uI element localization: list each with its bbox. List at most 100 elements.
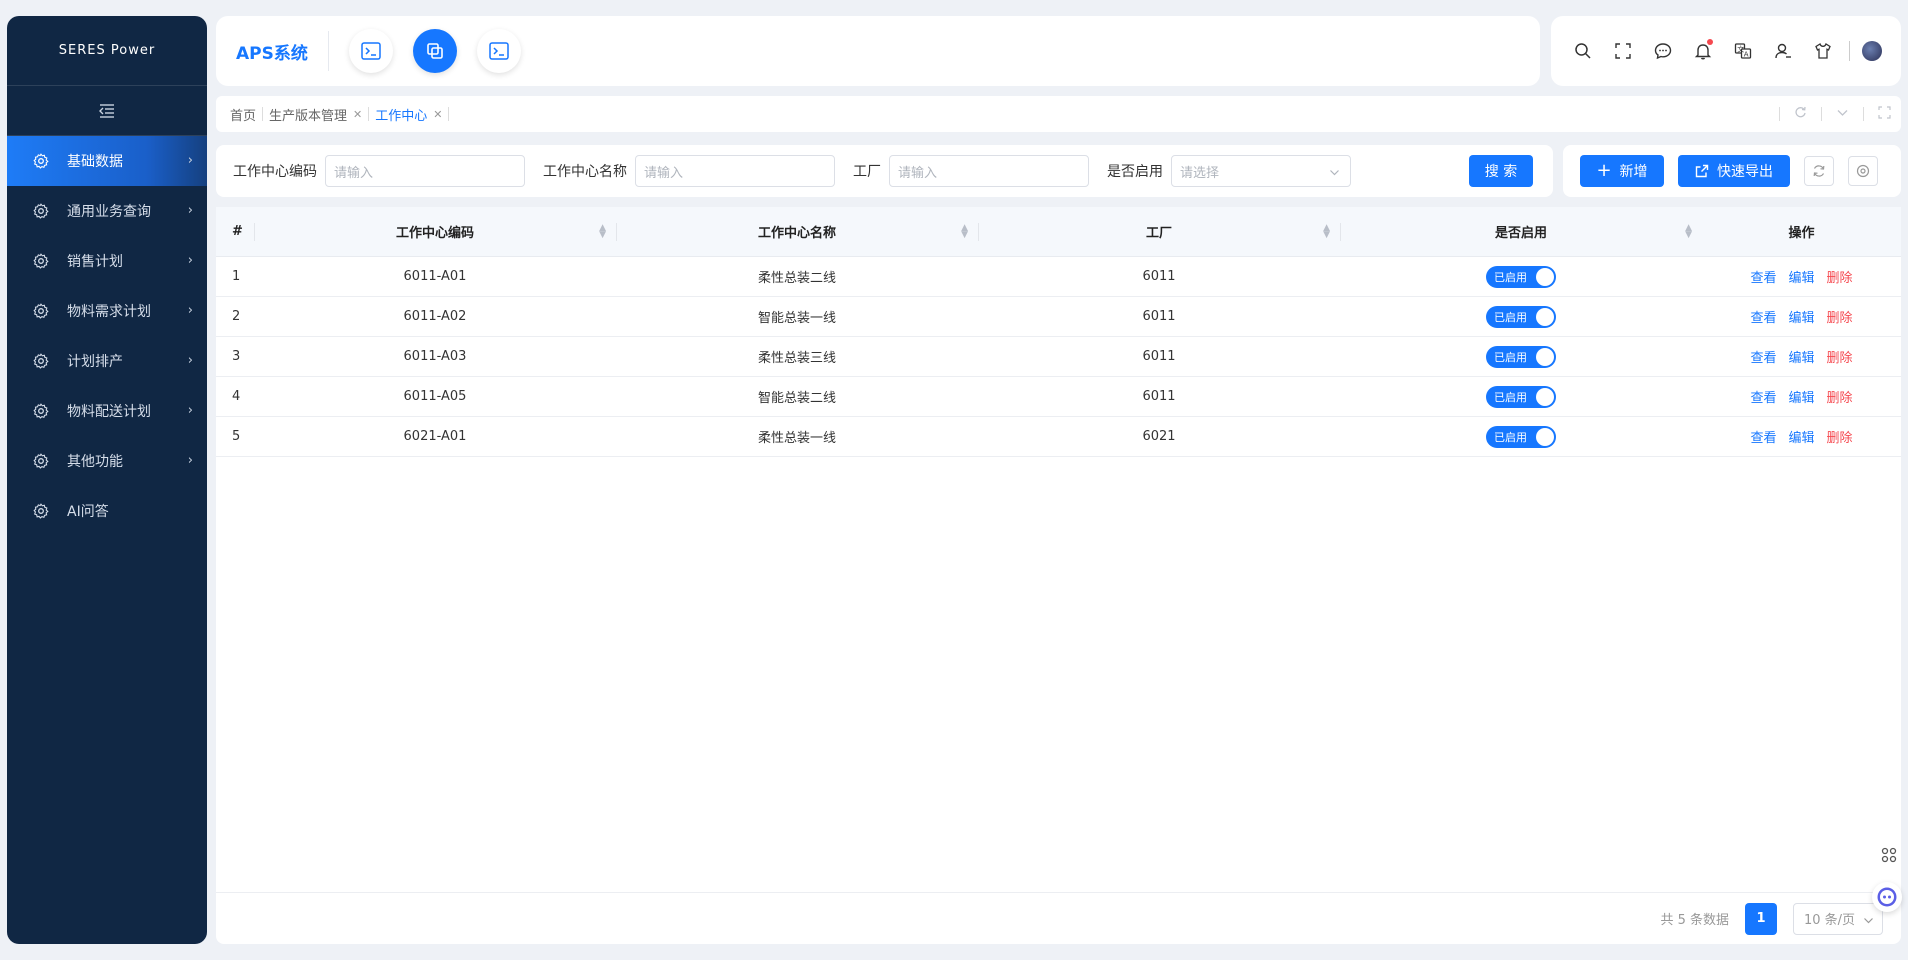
view-link[interactable]: 查看 (1750, 387, 1776, 406)
enabled-filter-select[interactable]: 请选择 (1171, 155, 1351, 187)
col-code-header[interactable]: 工作中心编码 ▲ ▼ (254, 207, 616, 256)
avatar[interactable] (1862, 41, 1882, 61)
fullscreen-icon (1615, 43, 1631, 59)
sort-icon[interactable]: ▲ ▼ (1685, 224, 1692, 240)
enabled-toggle[interactable]: 已启用 (1486, 265, 1556, 288)
col-name-header[interactable]: 工作中心名称 ▲ ▼ (616, 207, 978, 256)
sidebar-item-0[interactable]: 基础数据 › (7, 136, 207, 186)
page-size-select[interactable]: 10 条/页 (1793, 902, 1883, 935)
col-enabled-header[interactable]: 是否启用 ▲ ▼ (1340, 207, 1702, 256)
delete-link[interactable]: 删除 (1827, 267, 1853, 286)
enabled-toggle[interactable]: 已启用 (1486, 345, 1556, 368)
sort-icon[interactable]: ▲ ▼ (961, 224, 968, 240)
view-link[interactable]: 查看 (1750, 427, 1776, 446)
refresh-button[interactable] (1804, 156, 1834, 186)
chevron-down-icon[interactable] (1836, 106, 1849, 122)
toggle-label: 已启用 (1494, 430, 1527, 444)
notification-button[interactable] (1683, 31, 1723, 71)
translate-icon: 文A (1734, 43, 1752, 59)
name-filter-placeholder: 请输入 (644, 165, 684, 181)
table-row: 1 6011-A01 柔性总装二线 6011 已启用 查看 编辑 删除 (216, 257, 1901, 297)
row-ops: 查看 编辑 删除 (1702, 417, 1901, 456)
close-icon[interactable]: ✕ (353, 108, 362, 121)
code-filter-input[interactable]: 请输入 (325, 155, 525, 187)
chevron-right-icon: › (187, 353, 193, 368)
row-ops: 查看 编辑 删除 (1702, 337, 1901, 376)
sort-icon[interactable]: ▲ ▼ (1323, 224, 1330, 240)
settings-icon (1856, 164, 1870, 178)
tab-1[interactable]: 生产版本管理 ✕ (263, 105, 368, 124)
delete-link[interactable]: 删除 (1827, 387, 1853, 406)
enabled-toggle[interactable]: 已启用 (1486, 425, 1556, 448)
filter-bar: 工作中心编码 请输入 工作中心名称 请输入 工厂 请输入 是否启用 请选择 搜 … (216, 145, 1553, 197)
sidebar-item-6[interactable]: 其他功能 › (7, 436, 207, 486)
edit-link[interactable]: 编辑 (1788, 427, 1814, 446)
row-ops: 查看 编辑 删除 (1702, 297, 1901, 336)
terminal-button-2[interactable] (476, 29, 521, 73)
collapse-menu-button[interactable] (7, 86, 207, 136)
terminal-button[interactable] (348, 29, 393, 73)
sort-icon[interactable]: ▲ ▼ (599, 224, 606, 240)
column-settings-button[interactable] (1848, 156, 1878, 186)
search-button[interactable] (1563, 31, 1603, 71)
sidebar-item-7[interactable]: AI问答 (7, 486, 207, 536)
sidebar-item-3[interactable]: 物料需求计划 › (7, 286, 207, 336)
delete-link[interactable]: 删除 (1827, 307, 1853, 326)
row-enabled: 已启用 (1340, 417, 1702, 456)
view-link[interactable]: 查看 (1750, 307, 1776, 326)
enabled-toggle[interactable]: 已启用 (1486, 385, 1556, 408)
chevron-right-icon: › (187, 153, 193, 168)
translate-button[interactable]: 文A (1723, 31, 1763, 71)
page-1-button[interactable]: 1 (1745, 902, 1777, 935)
sidebar-item-5[interactable]: 物料配送计划 › (7, 386, 207, 436)
add-button[interactable]: + 新增 (1580, 155, 1664, 187)
sidebar-item-2[interactable]: 销售计划 › (7, 236, 207, 286)
ai-assistant-button[interactable] (1872, 882, 1902, 912)
delete-link[interactable]: 删除 (1827, 347, 1853, 366)
delete-link[interactable]: 删除 (1827, 427, 1853, 446)
col-plant-header[interactable]: 工厂 ▲ ▼ (978, 207, 1340, 256)
menu-fold-icon (99, 103, 114, 118)
col-ops-header: 操作 (1788, 226, 1815, 241)
edit-link[interactable]: 编辑 (1788, 307, 1814, 326)
sidebar-item-1[interactable]: 通用业务查询 › (7, 186, 207, 236)
refresh-tab-icon[interactable] (1794, 106, 1807, 122)
divider (448, 107, 450, 121)
sidebar-item-4[interactable]: 计划排产 › (7, 336, 207, 386)
sidebar: SERES Power 基础数据 › 通用业务查询 › 销售计划 › 物料需求计划 › 计划排产… (7, 16, 207, 944)
export-button[interactable]: 快速导出 (1678, 155, 1790, 187)
page-size-value: 10 条/页 (1804, 913, 1856, 928)
edit-link[interactable]: 编辑 (1788, 347, 1814, 366)
user-button[interactable] (1763, 31, 1803, 71)
tab-label: 生产版本管理 (269, 108, 348, 124)
close-icon[interactable]: ✕ (433, 108, 442, 121)
row-code: 6011-A03 (403, 349, 467, 364)
chevron-right-icon: › (187, 453, 193, 468)
app-title: APS系统 (216, 31, 329, 71)
tab-0[interactable]: 首页 (224, 105, 262, 124)
chat-button[interactable] (1643, 31, 1683, 71)
table-row: 3 6011-A03 柔性总装三线 6011 已启用 查看 编辑 删除 (216, 337, 1901, 377)
gear-icon (33, 253, 49, 269)
theme-button[interactable] (1803, 31, 1843, 71)
row-ops: 查看 编辑 删除 (1702, 257, 1901, 296)
edit-link[interactable]: 编辑 (1788, 387, 1814, 406)
tab-bar: 首页 生产版本管理 ✕ 工作中心 ✕ (216, 96, 1901, 132)
apps-float-button[interactable] (1876, 842, 1902, 868)
toggle-label: 已启用 (1494, 310, 1527, 324)
data-table: # 工作中心编码 ▲ ▼ 工作中心名称 ▲ ▼ 工厂 ▲ ▼ 是否启用 ▲ ▼ 操作 1… (216, 207, 1901, 944)
enabled-toggle[interactable]: 已启用 (1486, 305, 1556, 328)
copy-button[interactable] (412, 29, 457, 73)
search-button[interactable]: 搜 索 (1469, 155, 1533, 187)
tab-2[interactable]: 工作中心 ✕ (369, 105, 448, 124)
fullscreen-button[interactable] (1603, 31, 1643, 71)
edit-link[interactable]: 编辑 (1788, 267, 1814, 286)
name-filter-input[interactable]: 请输入 (635, 155, 835, 187)
view-link[interactable]: 查看 (1750, 347, 1776, 366)
view-link[interactable]: 查看 (1750, 267, 1776, 286)
plant-filter-input[interactable]: 请输入 (889, 155, 1089, 187)
maximize-icon[interactable] (1878, 106, 1891, 122)
refresh-icon (1813, 165, 1825, 177)
export-button-label: 快速导出 (1717, 164, 1773, 180)
copy-icon (427, 43, 443, 59)
